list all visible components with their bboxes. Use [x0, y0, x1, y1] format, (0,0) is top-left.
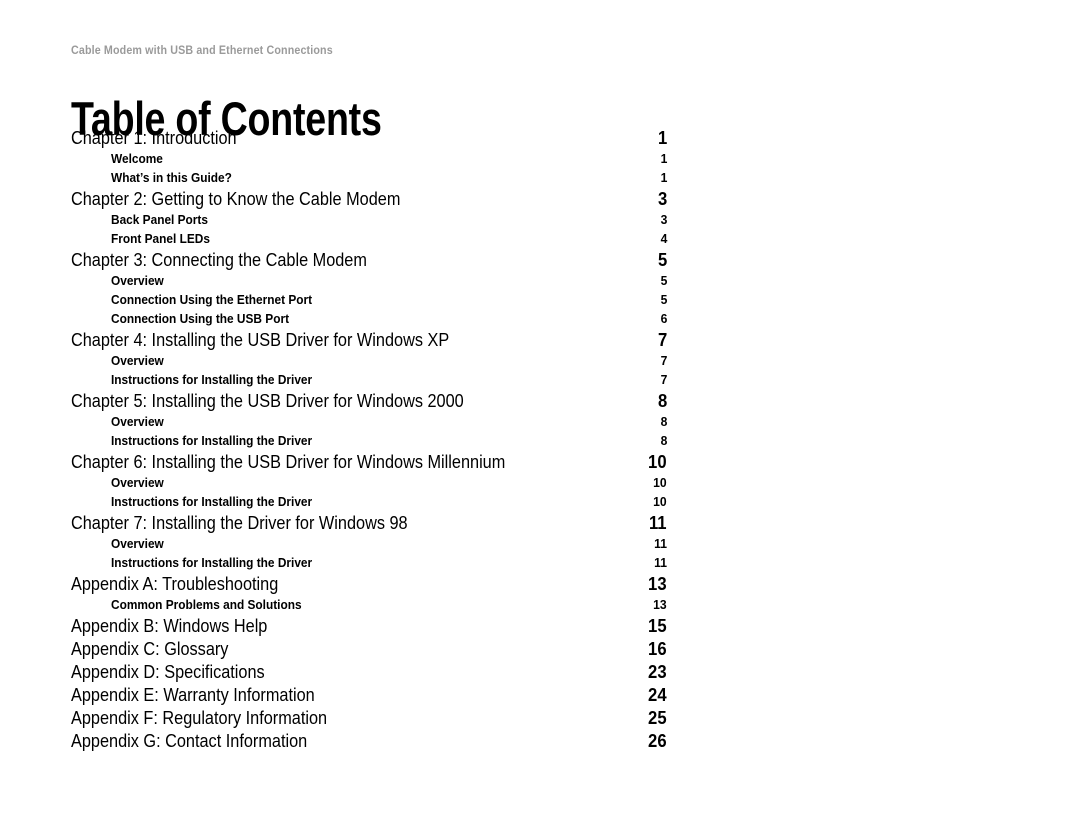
toc-entry-page-number: 5: [657, 249, 667, 270]
toc-entry-page-number: 24: [648, 684, 667, 705]
toc-entry-section[interactable]: Overview 7: [71, 351, 667, 370]
toc-entry-section[interactable]: Common Problems and Solutions 13: [71, 595, 667, 614]
toc-entry-label: Overview: [111, 273, 164, 288]
toc-entry-chapter[interactable]: Chapter 2: Getting to Know the Cable Mod…: [71, 187, 667, 210]
toc-entry-section[interactable]: Connection Using the USB Port 6: [71, 309, 667, 328]
toc-entry-page-number: 5: [660, 292, 667, 307]
toc-entry-label: Instructions for Installing the Driver: [111, 372, 313, 387]
toc-entry-label: Chapter 2: Getting to Know the Cable Mod…: [71, 188, 401, 209]
toc-entry-label: Appendix D: Specifications: [71, 661, 265, 682]
toc-entry-chapter[interactable]: Appendix G: Contact Information 26: [71, 729, 667, 752]
toc-entry-label: Chapter 7: Installing the Driver for Win…: [71, 512, 408, 533]
toc-entry-page-number: 11: [649, 512, 667, 533]
toc-entry-chapter[interactable]: Appendix E: Warranty Information 24: [71, 683, 667, 706]
toc-entry-label: Welcome: [111, 151, 163, 166]
toc-entry-section[interactable]: Overview 11: [71, 534, 667, 553]
toc-entry-chapter[interactable]: Chapter 1: Introduction 1: [71, 126, 667, 149]
toc-entry-page-number: 7: [660, 372, 667, 387]
toc-entry-page-number: 8: [660, 433, 667, 448]
toc-entry-label: Common Problems and Solutions: [111, 597, 302, 612]
toc-entry-label: Instructions for Installing the Driver: [111, 555, 313, 570]
toc-entry-label: What’s in this Guide?: [111, 170, 232, 185]
toc-entry-chapter[interactable]: Chapter 5: Installing the USB Driver for…: [71, 389, 667, 412]
toc-entry-page-number: 1: [660, 170, 667, 185]
toc-entry-page-number: 5: [660, 273, 667, 288]
toc-entry-label: Appendix F: Regulatory Information: [71, 707, 328, 728]
toc-entry-label: Instructions for Installing the Driver: [111, 433, 313, 448]
toc-entry-label: Front Panel LEDs: [111, 231, 210, 246]
toc-entry-chapter[interactable]: Appendix A: Troubleshooting 13: [71, 572, 667, 595]
toc-entry-label: Appendix E: Warranty Information: [71, 684, 315, 705]
toc-entry-label: Appendix C: Glossary: [71, 638, 229, 659]
toc-entry-page-number: 7: [657, 329, 667, 350]
toc-entry-label: Overview: [111, 414, 164, 429]
toc-entry-section[interactable]: Welcome 1: [71, 149, 667, 168]
toc-entry-label: Appendix G: Contact Information: [71, 730, 308, 751]
toc-entry-section[interactable]: Instructions for Installing the Driver 7: [71, 370, 667, 389]
toc-entry-label: Chapter 4: Installing the USB Driver for…: [71, 329, 450, 350]
toc-entry-page-number: 1: [660, 151, 667, 166]
toc-entry-chapter[interactable]: Chapter 3: Connecting the Cable Modem 5: [71, 248, 667, 271]
toc-entry-label: Connection Using the USB Port: [111, 311, 290, 326]
toc-entry-chapter[interactable]: Appendix C: Glossary 16: [71, 637, 667, 660]
toc-entry-page-number: 10: [653, 494, 667, 509]
toc-entry-section[interactable]: Overview 10: [71, 473, 667, 492]
toc-entry-page-number: 11: [654, 555, 667, 570]
toc-entry-page-number: 8: [657, 390, 667, 411]
toc-entry-page-number: 11: [654, 536, 667, 551]
toc-entry-page-number: 3: [657, 188, 667, 209]
toc-entry-label: Overview: [111, 353, 164, 368]
toc-entry-chapter[interactable]: Chapter 4: Installing the USB Driver for…: [71, 328, 667, 351]
toc-entry-page-number: 6: [660, 311, 667, 326]
toc-entry-page-number: 13: [653, 597, 667, 612]
toc-entry-section[interactable]: Front Panel LEDs 4: [71, 229, 667, 248]
toc-entry-label: Connection Using the Ethernet Port: [111, 292, 313, 307]
toc-entry-page-number: 26: [648, 730, 667, 751]
toc-entry-chapter[interactable]: Appendix B: Windows Help 15: [71, 614, 667, 637]
toc-entry-label: Back Panel Ports: [111, 212, 208, 227]
toc-entry-section[interactable]: Overview 8: [71, 412, 667, 431]
toc-entry-label: Chapter 5: Installing the USB Driver for…: [71, 390, 464, 411]
toc-entry-page-number: 16: [648, 638, 667, 659]
toc-entry-chapter[interactable]: Chapter 6: Installing the USB Driver for…: [71, 450, 667, 473]
toc-entry-label: Overview: [111, 475, 164, 490]
table-of-contents: Chapter 1: Introduction 1 Welcome 1 What’s i…: [0, 126, 1080, 752]
toc-entry-page-number: 4: [660, 231, 667, 246]
document-page: Cable Modem with USB and Ethernet Connec…: [0, 0, 1080, 834]
toc-entry-section[interactable]: Overview 5: [71, 271, 667, 290]
toc-entry-section[interactable]: Back Panel Ports 3: [71, 210, 667, 229]
toc-entry-page-number: 7: [660, 353, 667, 368]
toc-entry-page-number: 10: [648, 451, 667, 472]
toc-entry-label: Appendix A: Troubleshooting: [71, 573, 279, 594]
toc-entry-section[interactable]: Instructions for Installing the Driver 10: [71, 492, 667, 511]
toc-entry-label: Chapter 3: Connecting the Cable Modem: [71, 249, 367, 270]
toc-entry-chapter[interactable]: Appendix F: Regulatory Information 25: [71, 706, 667, 729]
toc-entry-section[interactable]: Instructions for Installing the Driver 11: [71, 553, 667, 572]
toc-entry-page-number: 8: [660, 414, 667, 429]
toc-entry-chapter[interactable]: Appendix D: Specifications 23: [71, 660, 667, 683]
toc-entry-label: Chapter 6: Installing the USB Driver for…: [71, 451, 506, 472]
toc-entry-section[interactable]: What’s in this Guide? 1: [71, 168, 667, 187]
toc-entry-page-number: 25: [648, 707, 667, 728]
toc-entry-page-number: 10: [653, 475, 667, 490]
toc-entry-page-number: 15: [648, 615, 667, 636]
toc-entry-label: Instructions for Installing the Driver: [111, 494, 313, 509]
toc-entry-page-number: 23: [648, 661, 667, 682]
toc-entry-section[interactable]: Instructions for Installing the Driver 8: [71, 431, 667, 450]
running-head: Cable Modem with USB and Ethernet Connec…: [71, 45, 333, 57]
toc-entry-section[interactable]: Connection Using the Ethernet Port 5: [71, 290, 667, 309]
toc-entry-page-number: 13: [648, 573, 667, 594]
toc-entry-page-number: 1: [657, 127, 667, 148]
toc-entry-label: Overview: [111, 536, 164, 551]
toc-entry-label: Appendix B: Windows Help: [71, 615, 268, 636]
toc-entry-chapter[interactable]: Chapter 7: Installing the Driver for Win…: [71, 511, 667, 534]
toc-entry-page-number: 3: [660, 212, 667, 227]
toc-entry-label: Chapter 1: Introduction: [71, 127, 237, 148]
